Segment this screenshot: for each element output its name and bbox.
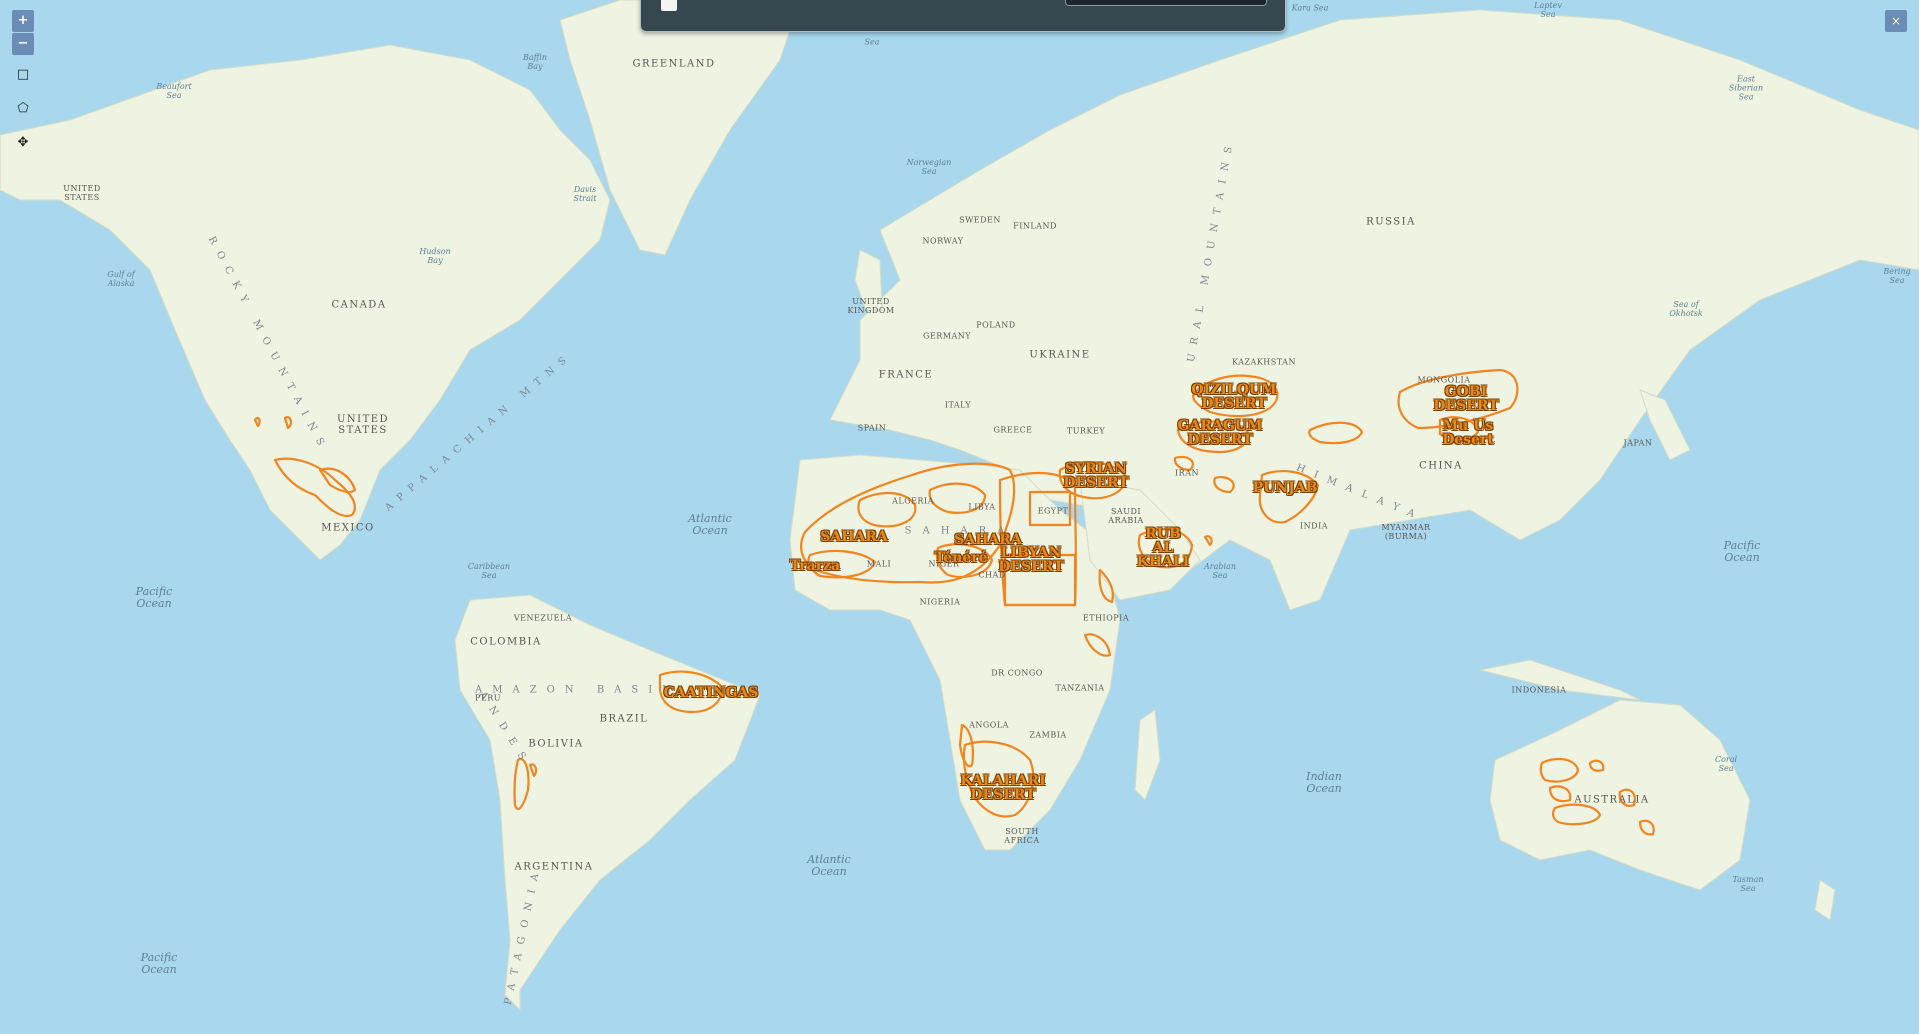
world-map[interactable] bbox=[0, 0, 1919, 1034]
panel-select[interactable] bbox=[1065, 0, 1267, 6]
polygon-tool-icon[interactable]: ⬠ bbox=[12, 98, 34, 120]
pan-tool-icon[interactable]: ✥ bbox=[12, 132, 34, 154]
zoom-in-button[interactable]: + bbox=[12, 10, 34, 32]
zoom-out-button[interactable]: − bbox=[12, 33, 34, 55]
rectangle-tool-icon[interactable]: □ bbox=[12, 64, 34, 86]
panel-checkbox[interactable] bbox=[661, 0, 677, 11]
close-icon[interactable]: × bbox=[1885, 10, 1907, 32]
top-panel bbox=[640, 0, 1286, 32]
